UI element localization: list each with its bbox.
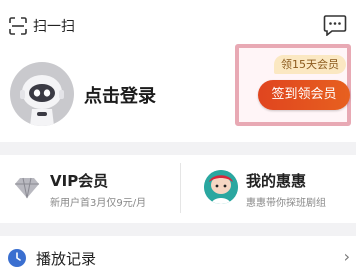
clock-icon bbox=[8, 249, 26, 267]
chevron-right-icon: › bbox=[343, 247, 350, 266]
login-link[interactable]: 点击登录 bbox=[84, 82, 156, 108]
avatar[interactable] bbox=[10, 62, 74, 126]
promo-bubble: 领15天会员 bbox=[274, 55, 346, 74]
scan-icon bbox=[9, 17, 27, 35]
scan-label: 扫一扫 bbox=[33, 19, 75, 35]
vip-card-subtitle: 新用户首3月仅9元/月 bbox=[50, 198, 147, 209]
huihui-card-title[interactable]: 我的惠惠 bbox=[246, 170, 306, 191]
huihui-character-icon bbox=[204, 170, 238, 204]
clock-hands-icon bbox=[16, 252, 21, 261]
diamond-icon bbox=[15, 177, 39, 199]
message-icon[interactable] bbox=[323, 14, 347, 36]
sign-in-vip-button[interactable]: 签到领会员 bbox=[258, 80, 350, 110]
card-divider bbox=[180, 163, 181, 213]
play-history-label: 播放记录 bbox=[36, 250, 97, 268]
huihui-card-subtitle: 惠惠带你探班剧组 bbox=[246, 198, 326, 209]
huihui-avatar-icon[interactable] bbox=[204, 170, 238, 204]
robot-avatar-icon bbox=[20, 75, 64, 126]
scan-button[interactable]: 扫一扫 bbox=[9, 14, 75, 38]
vip-card-title[interactable]: VIP会员 bbox=[50, 170, 108, 191]
